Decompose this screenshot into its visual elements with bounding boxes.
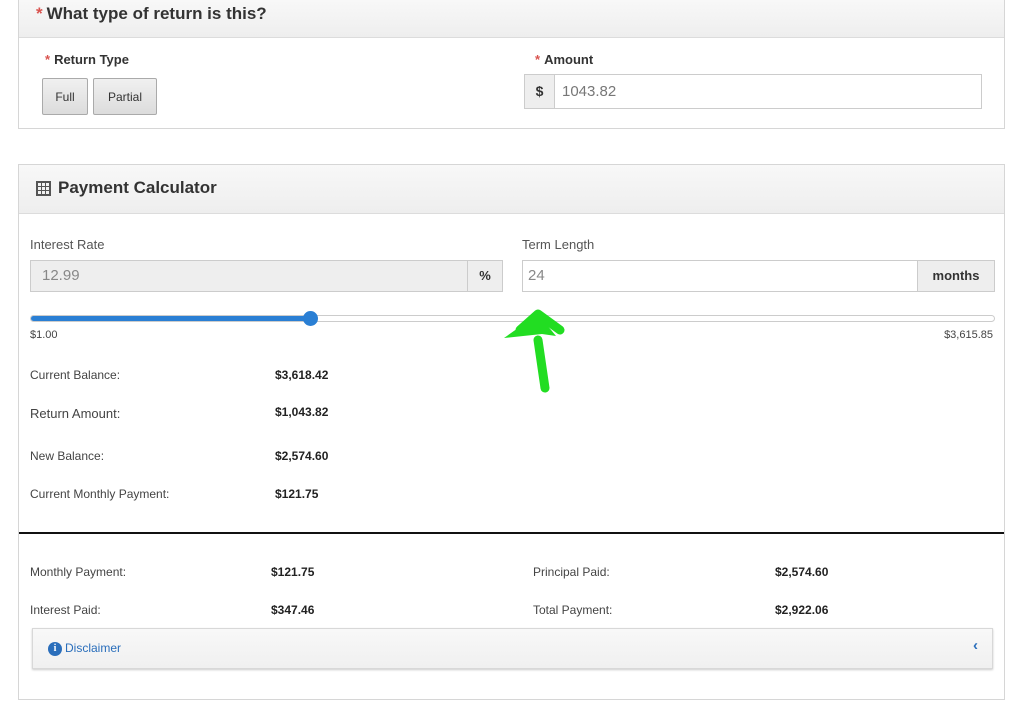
calculator-icon [36, 181, 51, 196]
current-monthly-payment-value: $121.75 [275, 487, 319, 501]
required-marker: * [535, 52, 541, 67]
payment-calculator-title: Payment Calculator [58, 178, 217, 197]
new-balance-value: $2,574.60 [275, 449, 329, 463]
interest-rate-field: 12.99 % [30, 260, 503, 292]
months-addon: months [917, 261, 994, 291]
interest-paid-label: Interest Paid: [30, 603, 101, 617]
required-marker: * [36, 4, 43, 23]
return-type-title: What type of return is this? [46, 4, 267, 23]
new-balance-label: New Balance: [30, 449, 105, 463]
percent-addon: % [467, 261, 502, 291]
return-amount-label: Return Amount: [30, 406, 121, 421]
slider-fill [31, 316, 311, 321]
interest-rate-input[interactable]: 12.99 [42, 261, 80, 291]
monthly-payment-label: Monthly Payment: [30, 565, 127, 579]
term-length-field: 24 months [522, 260, 995, 292]
disclaimer-link[interactable]: Disclaimer [65, 641, 121, 655]
interest-paid-value: $347.46 [271, 603, 315, 617]
slider-min-label: $1.00 [30, 329, 58, 341]
payment-calculator-panel: Payment Calculator Interest Rate 12.99 %… [18, 164, 1005, 700]
principal-paid-value: $2,574.60 [775, 565, 829, 579]
currency-addon: $ [525, 75, 555, 108]
current-balance-value: $3,618.42 [275, 368, 329, 382]
partial-button[interactable]: Partial [93, 78, 157, 115]
return-type-label-text: Return Type [54, 52, 129, 67]
amount-input[interactable]: 1043.82 [562, 75, 616, 108]
full-button[interactable]: Full [42, 78, 88, 115]
slider-handle[interactable] [303, 311, 319, 326]
chevron-left-icon[interactable]: ‹ [973, 637, 978, 654]
term-length-input[interactable]: 24 [528, 261, 545, 291]
slider-max-label: $3,615.85 [944, 329, 993, 341]
current-balance-label: Current Balance: [30, 368, 121, 382]
principal-paid-label: Principal Paid: [533, 565, 610, 579]
total-payment-value: $2,922.06 [775, 603, 829, 617]
interest-rate-label: Interest Rate [30, 237, 105, 252]
term-length-label: Term Length [522, 237, 595, 252]
amount-label: * Amount [535, 52, 593, 67]
payment-calculator-header: Payment Calculator [19, 165, 1004, 214]
return-type-panel: * What type of return is this? * Return Ty… [18, 0, 1005, 129]
info-icon: i [48, 642, 62, 656]
required-marker: * [45, 52, 51, 67]
disclaimer-accordion[interactable]: i Disclaimer ‹ [32, 628, 993, 669]
amount-label-text: Amount [544, 52, 594, 67]
annotation-arrow-icon [504, 309, 565, 393]
amount-input-group: $ 1043.82 [524, 74, 982, 109]
return-amount-value: $1,043.82 [275, 405, 329, 419]
total-payment-label: Total Payment: [533, 603, 613, 617]
return-type-label: * Return Type [45, 52, 129, 67]
monthly-payment-value: $121.75 [271, 565, 315, 579]
section-divider [19, 532, 1004, 534]
current-monthly-payment-label: Current Monthly Payment: [30, 487, 170, 501]
return-type-header: * What type of return is this? [19, 0, 1004, 38]
